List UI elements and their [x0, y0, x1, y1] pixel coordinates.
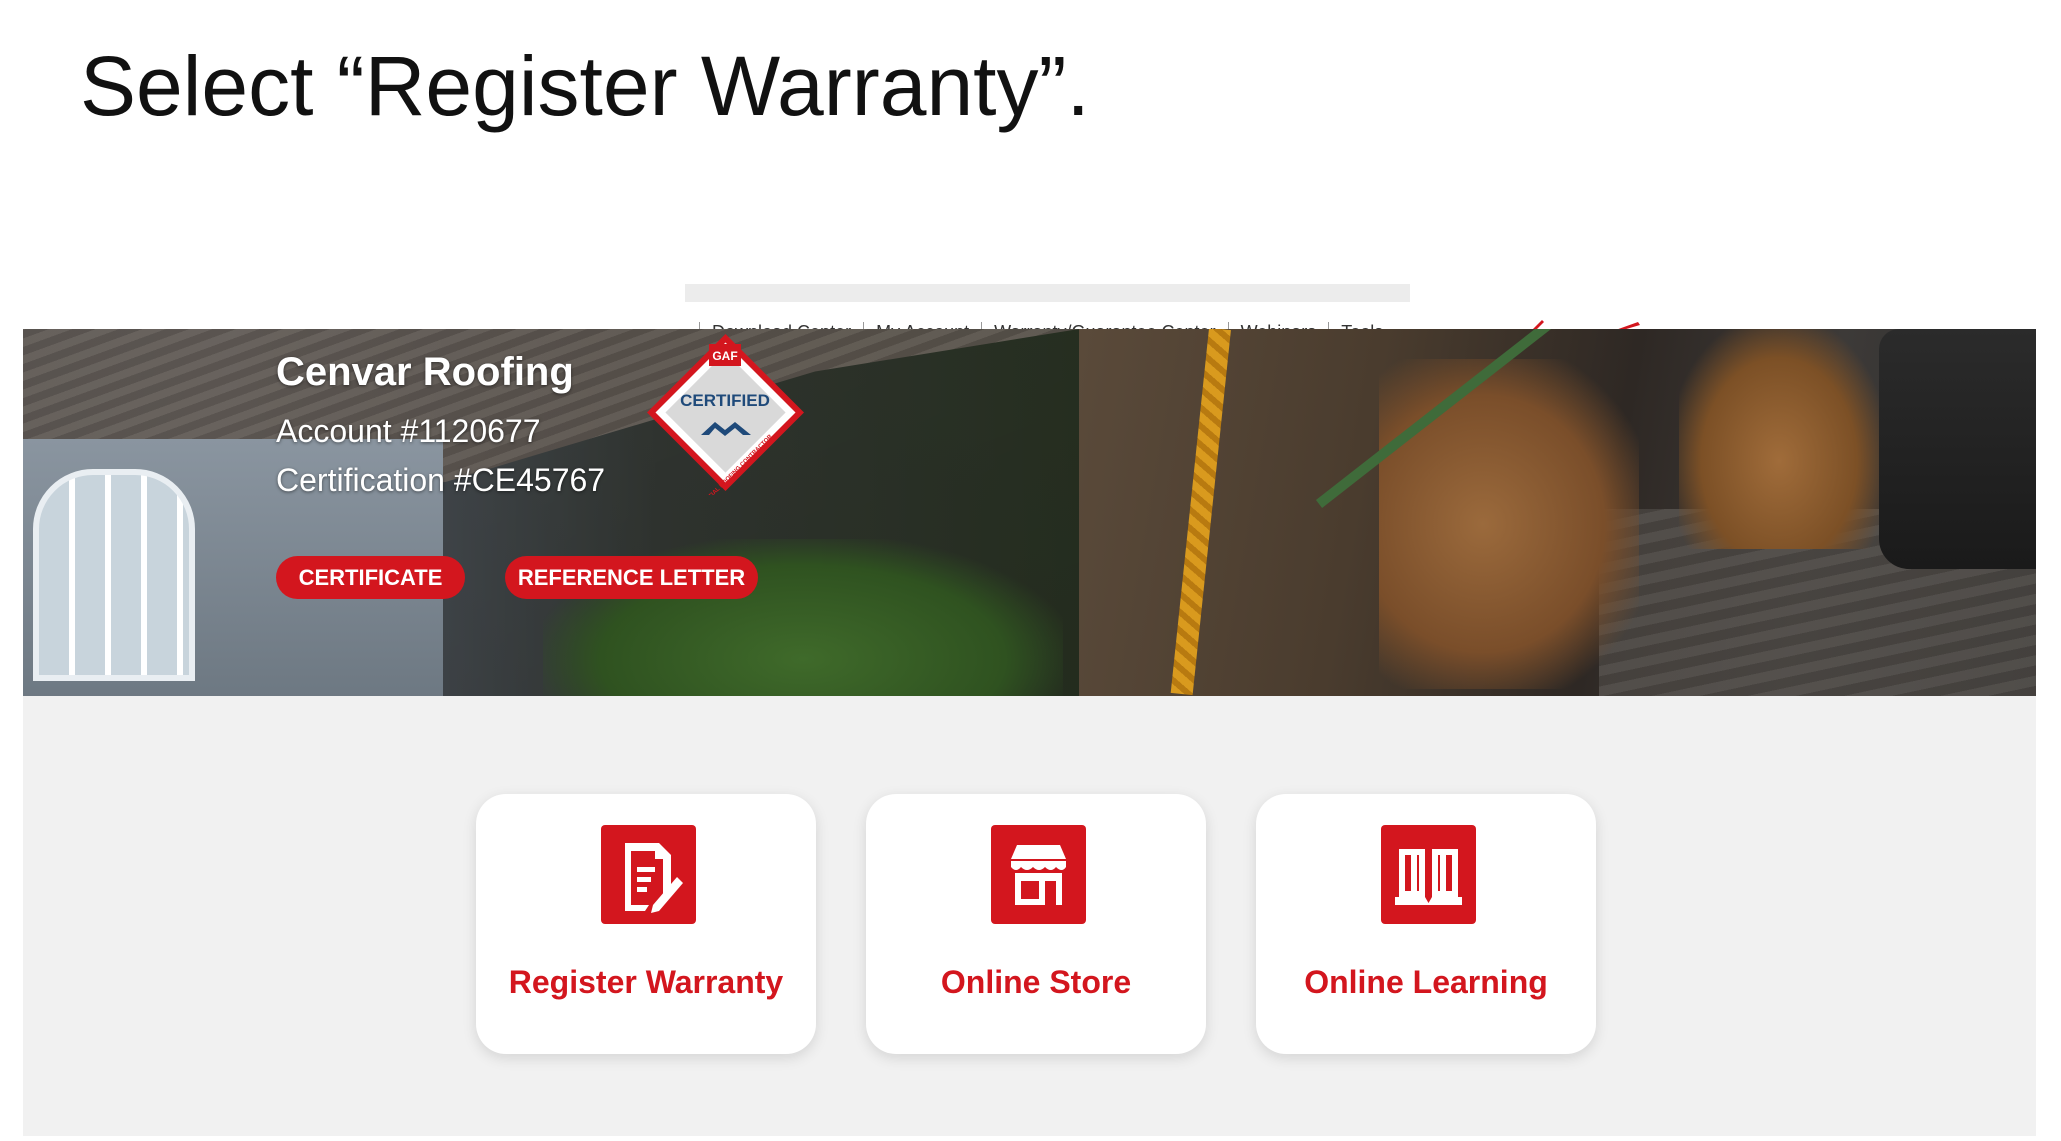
gaf-certified-badge: GAF CERTIFIED RESIDENTIAL ROOFING CONTRA…: [647, 334, 804, 495]
badge-label: CERTIFIED: [680, 391, 770, 410]
register-warranty-label: Register Warranty: [508, 964, 784, 1000]
certificate-button[interactable]: CERTIFICATE: [276, 556, 465, 599]
reference-letter-button[interactable]: REFERENCE LETTER: [505, 556, 758, 599]
register-warranty-card[interactable]: Register Warranty: [476, 794, 816, 1054]
storefront-icon: [991, 825, 1086, 924]
slide-title: Select “Register Warranty”.: [80, 39, 1090, 133]
online-learning-card[interactable]: Online Learning: [1256, 794, 1596, 1054]
company-info: Cenvar Roofing Account #1120677 Certific…: [276, 350, 605, 511]
account-number: Account #1120677: [276, 413, 541, 449]
online-store-label: Online Store: [940, 964, 1132, 1000]
online-store-card[interactable]: Online Store: [866, 794, 1206, 1054]
hero-roofer-image: [1079, 329, 2036, 696]
certification-number: Certification #CE45767: [276, 462, 606, 498]
document-edit-icon: [601, 825, 696, 924]
top-nav: Download Center My Account Warranty/Guar…: [685, 284, 1410, 331]
badge-brand: GAF: [712, 349, 737, 363]
book-icon: [1381, 825, 1476, 924]
company-name: Cenvar Roofing: [276, 350, 574, 394]
online-learning-label: Online Learning: [1304, 964, 1548, 1000]
